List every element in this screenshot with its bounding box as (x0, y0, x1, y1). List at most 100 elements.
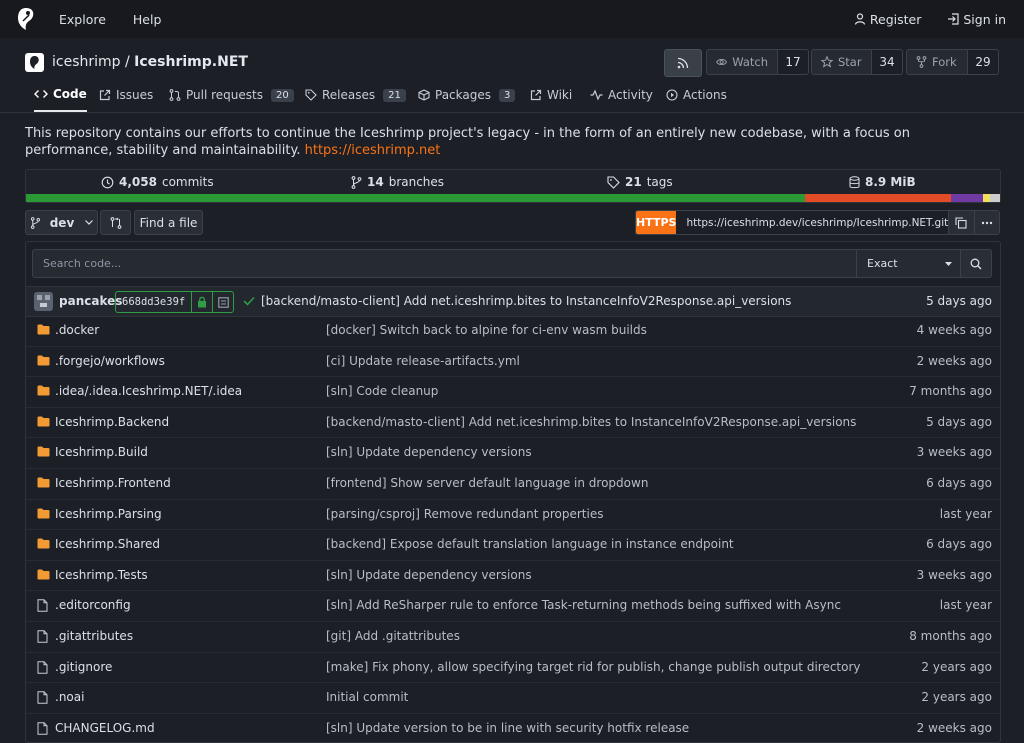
code-search-input[interactable]: Search code... (32, 249, 857, 278)
tab-code-label: Code (53, 87, 87, 101)
file-name[interactable]: .forgejo/workflows (55, 354, 165, 368)
tab-packages[interactable]: Packages 3 (418, 78, 516, 112)
tab-wiki[interactable]: Wiki (530, 78, 572, 112)
compare-button[interactable] (100, 210, 131, 235)
nav-explore[interactable]: Explore (59, 12, 106, 27)
database-icon (849, 175, 860, 188)
file-commit-message[interactable]: [frontend] Show server default language … (326, 476, 648, 490)
file-row[interactable]: Iceshrimp.Tests [sln] Update dependency v… (26, 561, 1000, 592)
tab-actions[interactable]: Actions (666, 78, 727, 112)
file-name[interactable]: .idea/.idea.Iceshrimp.NET/.idea (55, 384, 242, 398)
language-segment[interactable] (26, 194, 806, 202)
more-options-button[interactable] (973, 211, 999, 234)
nav-help[interactable]: Help (133, 12, 162, 27)
signin-link[interactable]: Sign in (947, 12, 1006, 27)
file-name[interactable]: .gitattributes (55, 629, 133, 643)
file-commit-message[interactable]: [ci] Update release-artifacts.yml (326, 354, 520, 368)
file-commit-message[interactable]: [sln] Update dependency versions (326, 445, 532, 459)
search-icon (970, 258, 982, 269)
file-commit-message[interactable]: [sln] Code cleanup (326, 384, 438, 398)
language-segment[interactable] (983, 194, 991, 202)
file-commit-message[interactable]: [git] Add .gitattributes (326, 629, 460, 643)
find-file-button[interactable]: Find a file (134, 210, 203, 235)
author-avatar[interactable] (34, 292, 53, 311)
iceshrimp-logo-icon[interactable] (17, 7, 35, 31)
repo-stats: 4,058 commits 14 branches 21 tags 8.9 Mi… (25, 169, 1001, 203)
file-row[interactable]: .forgejo/workflows [ci] Update release-ar… (26, 347, 1000, 378)
file-icon (37, 691, 48, 704)
language-bar[interactable] (26, 194, 1000, 202)
file-commit-message[interactable]: [backend/masto-client] Add net.iceshrimp… (326, 415, 856, 429)
file-row[interactable]: CHANGELOG.md [sln] Update version to be i… (26, 714, 1000, 742)
file-commit-message[interactable]: [sln] Update version to be in line with … (326, 721, 689, 735)
language-segment[interactable] (805, 194, 952, 202)
tab-activity[interactable]: Activity (590, 78, 653, 112)
branch-selector[interactable]: dev (25, 210, 98, 235)
tab-activity-label: Activity (608, 88, 653, 102)
file-commit-message[interactable]: [parsing/csproj] Remove redundant proper… (326, 507, 603, 521)
copy-url-button[interactable] (948, 211, 974, 234)
file-commit-message[interactable]: [sln] Add ReSharper rule to enforce Task… (326, 598, 841, 612)
register-link[interactable]: Register (854, 12, 921, 27)
file-row[interactable]: Iceshrimp.Frontend [frontend] Show server… (26, 469, 1000, 500)
search-mode-select[interactable]: Exact (857, 249, 961, 278)
file-name[interactable]: .noai (55, 690, 84, 704)
file-commit-message[interactable]: [docker] Switch back to alpine for ci-en… (326, 323, 647, 337)
tab-issues[interactable]: Issues (99, 78, 153, 112)
file-commit-message[interactable]: Initial commit (326, 690, 408, 704)
file-commit-message[interactable]: [make] Fix phony, allow specifying targe… (326, 660, 861, 674)
file-name[interactable]: Iceshrimp.Tests (55, 568, 148, 582)
repo-name-link[interactable]: Iceshrimp.NET (134, 54, 248, 70)
tab-pull-requests[interactable]: Pull requests 20 (169, 78, 294, 112)
file-row[interactable]: Iceshrimp.Build [sln] Update dependency v… (26, 438, 1000, 469)
description-link[interactable]: https://iceshrimp.net (305, 143, 441, 158)
fork-button[interactable]: Fork (906, 49, 968, 75)
file-name[interactable]: .editorconfig (55, 598, 131, 612)
file-commit-message[interactable]: [sln] Update dependency versions (326, 568, 532, 582)
file-name[interactable]: Iceshrimp.Build (55, 445, 148, 459)
browse-files-button[interactable] (212, 292, 233, 312)
clone-protocol-button[interactable]: HTTPS (636, 211, 677, 234)
file-commit-message[interactable]: [backend] Expose default translation lan… (326, 537, 734, 551)
language-segment[interactable] (990, 194, 1000, 202)
star-count[interactable]: 34 (872, 49, 903, 75)
file-name[interactable]: Iceshrimp.Backend (55, 415, 169, 429)
commit-author[interactable]: pancakes (59, 294, 122, 308)
file-row[interactable]: .noai Initial commit 2 years ago (26, 683, 1000, 714)
star-button[interactable]: Star (811, 49, 872, 75)
file-row[interactable]: .editorconfig [sln] Add ReSharper rule to… (26, 591, 1000, 622)
watch-count[interactable]: 17 (778, 49, 809, 75)
search-button[interactable] (961, 249, 992, 278)
rss-feed-button[interactable] (664, 49, 702, 77)
file-name[interactable]: .gitignore (55, 660, 112, 674)
commit-sha[interactable]: 668dd3e39f (116, 292, 191, 312)
file-row[interactable]: .gitattributes [git] Add .gitattributes 8 … (26, 622, 1000, 653)
commits-link[interactable]: 4,058 commits (101, 170, 214, 194)
file-name[interactable]: CHANGELOG.md (55, 721, 155, 735)
fork-count[interactable]: 29 (968, 49, 999, 75)
file-name[interactable]: Iceshrimp.Frontend (55, 476, 171, 490)
commit-message[interactable]: [backend/masto-client] Add net.iceshrimp… (261, 294, 791, 308)
play-circle-icon (666, 89, 678, 101)
file-name[interactable]: .docker (55, 323, 99, 337)
tab-releases[interactable]: Releases 21 (305, 78, 406, 112)
file-row[interactable]: Iceshrimp.Shared [backend] Expose default… (26, 530, 1000, 561)
tags-link[interactable]: 21 tags (607, 170, 673, 194)
tab-code[interactable]: Code (34, 78, 87, 112)
branches-link[interactable]: 14 branches (351, 170, 444, 194)
file-row[interactable]: .gitignore [make] Fix phony, allow specif… (26, 653, 1000, 684)
tab-pull-requests-label: Pull requests (186, 88, 263, 102)
repo-avatar[interactable] (25, 53, 44, 72)
watch-button[interactable]: Watch (706, 49, 778, 75)
language-segment[interactable] (951, 194, 984, 202)
file-commit-time: last year (939, 598, 992, 613)
file-row[interactable]: .docker [docker] Switch back to alpine fo… (26, 316, 1000, 347)
file-row[interactable]: Iceshrimp.Parsing [parsing/csproj] Remove… (26, 500, 1000, 531)
file-row[interactable]: Iceshrimp.Backend [backend/masto-client] … (26, 408, 1000, 439)
file-name[interactable]: Iceshrimp.Parsing (55, 507, 162, 521)
repo-owner-link[interactable]: iceshrimp (52, 54, 121, 70)
file-name[interactable]: Iceshrimp.Shared (55, 537, 160, 551)
clone-url-input[interactable]: https://iceshrimp.dev/iceshrimp/Iceshrim… (676, 211, 949, 234)
lock-button[interactable] (191, 292, 212, 312)
file-row[interactable]: .idea/.idea.Iceshrimp.NET/.idea [sln] Cod… (26, 377, 1000, 408)
